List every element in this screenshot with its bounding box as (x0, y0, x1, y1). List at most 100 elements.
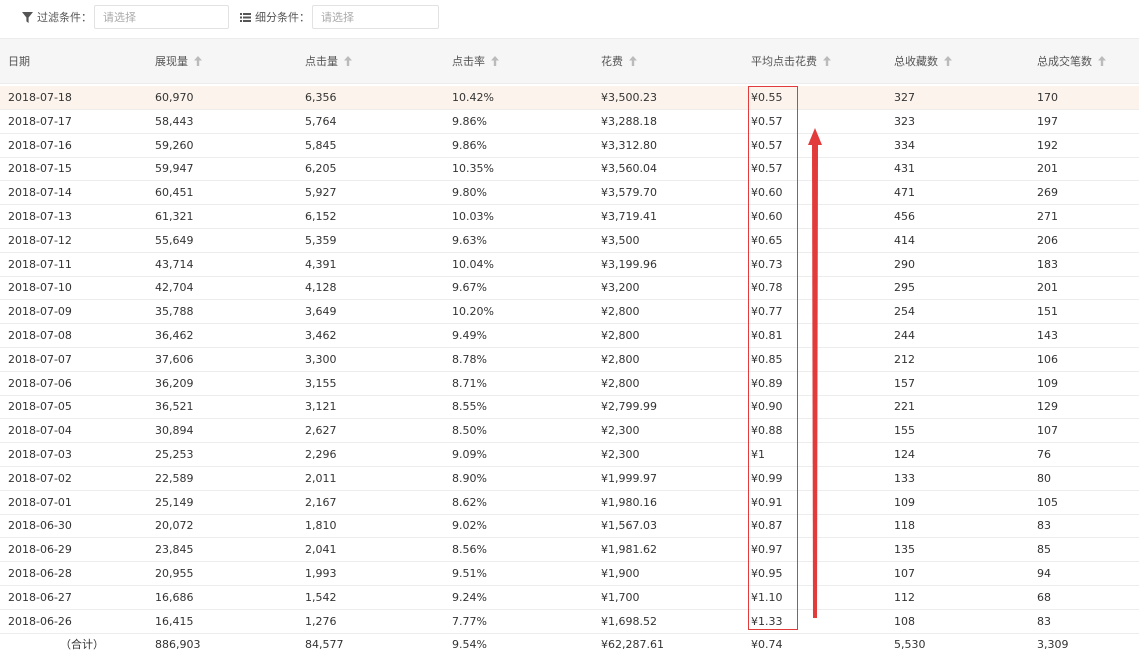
table-row[interactable]: 2018-06-30 20,072 1,810 9.02% ¥1,567.03 ¥0.87… (0, 514, 1139, 539)
cell-cost: ¥1,981.62 (601, 543, 657, 557)
total-cell-cost: ¥62,287.61 (601, 638, 664, 652)
filter-condition-select[interactable]: 请选择 (94, 5, 229, 29)
table-row[interactable]: 2018-07-06 36,209 3,155 8.71% ¥2,800 ¥0.89 157… (0, 372, 1139, 396)
table-row[interactable]: 2018-07-15 59,947 6,205 10.35% ¥3,560.04 ¥0.5… (0, 157, 1139, 182)
cell-avg-cpc: ¥0.60 (751, 186, 783, 200)
table-row[interactable]: 2018-07-03 25,253 2,296 9.09% ¥2,300 ¥1 124 76 (0, 443, 1139, 467)
cell-favorites: 334 (894, 138, 915, 152)
cell-clicks: 3,300 (305, 352, 337, 366)
cell-favorites: 254 (894, 305, 915, 319)
cell-favorites: 133 (894, 471, 915, 485)
cell-ctr: 9.80% (452, 186, 487, 200)
sort-up-icon[interactable] (944, 56, 952, 66)
total-row: （合计） 886,903 84,577 9.54% ¥62,287.61 ¥0.74 5,5… (0, 633, 1139, 657)
cell-orders: 192 (1037, 138, 1058, 152)
sort-up-icon[interactable] (629, 56, 637, 66)
cell-favorites: 221 (894, 400, 915, 414)
table-row[interactable]: 2018-06-27 16,686 1,542 9.24% ¥1,700 ¥1.10 112… (0, 586, 1139, 610)
column-header-avg-cpc[interactable]: 平均点击花费 (751, 39, 831, 83)
cell-cost: ¥3,199.96 (601, 257, 657, 271)
table-row[interactable]: 2018-07-09 35,788 3,649 10.20% ¥2,800 ¥0.77 25… (0, 300, 1139, 325)
table-row[interactable]: 2018-06-26 16,415 1,276 7.77% ¥1,698.52 ¥1.33… (0, 610, 1139, 634)
cell-date: 2018-07-05 (8, 400, 72, 414)
cell-avg-cpc: ¥1.10 (751, 590, 783, 604)
cell-impressions: 43,714 (155, 257, 194, 271)
column-header-ctr[interactable]: 点击率 (452, 39, 499, 83)
cell-avg-cpc: ¥0.55 (751, 91, 783, 104)
sort-up-icon[interactable] (344, 56, 352, 66)
cell-date: 2018-07-09 (8, 305, 72, 319)
segment-condition-placeholder: 请选择 (321, 11, 354, 24)
cell-impressions: 59,260 (155, 138, 194, 152)
sort-up-icon[interactable] (823, 56, 831, 66)
column-header-favorites[interactable]: 总收藏数 (894, 39, 952, 83)
sort-up-icon[interactable] (491, 56, 499, 66)
cell-ctr: 9.24% (452, 590, 487, 604)
cell-orders: 183 (1037, 257, 1058, 271)
table-row[interactable]: 2018-07-11 43,714 4,391 10.04% ¥3,199.96 ¥0.7… (0, 253, 1139, 277)
cell-favorites: 456 (894, 210, 915, 223)
table-row[interactable]: 2018-07-16 59,260 5,845 9.86% ¥3,312.80 ¥0.57… (0, 134, 1139, 158)
cell-impressions: 42,704 (155, 281, 194, 295)
cell-date: 2018-06-28 (8, 567, 72, 580)
table-row[interactable]: 2018-07-17 58,443 5,764 9.86% ¥3,288.18 ¥0.57… (0, 110, 1139, 134)
cell-orders: 76 (1037, 448, 1051, 461)
sort-up-icon[interactable] (194, 56, 202, 66)
cell-avg-cpc: ¥0.85 (751, 352, 783, 366)
cell-ctr: 9.63% (452, 233, 487, 247)
cell-favorites: 290 (894, 257, 915, 271)
cell-impressions: 20,072 (155, 519, 194, 533)
cell-favorites: 431 (894, 162, 915, 176)
filter-condition-label: 过滤条件： (37, 11, 92, 24)
table-row[interactable]: 2018-07-10 42,704 4,128 9.67% ¥3,200 ¥0.78 295… (0, 276, 1139, 301)
cell-clicks: 6,356 (305, 91, 337, 104)
table-row[interactable]: 2018-07-07 37,606 3,300 8.78% ¥2,800 ¥0.85 212… (0, 348, 1139, 372)
cell-orders: 109 (1037, 376, 1058, 390)
cell-avg-cpc: ¥0.77 (751, 305, 783, 319)
table-row[interactable]: 2018-06-28 20,955 1,993 9.51% ¥1,900 ¥0.95 107… (0, 562, 1139, 586)
cell-clicks: 2,011 (305, 471, 337, 485)
column-header-cost[interactable]: 花费 (601, 39, 637, 83)
cell-cost: ¥2,300 (601, 424, 640, 438)
table-row[interactable]: 2018-07-13 61,321 6,152 10.03% ¥3,719.41 ¥0.6… (0, 205, 1139, 229)
cell-orders: 83 (1037, 519, 1051, 533)
cell-date: 2018-07-02 (8, 471, 72, 485)
column-header-orders[interactable]: 总成交笔数 (1037, 39, 1106, 83)
sort-up-icon[interactable] (1098, 56, 1106, 66)
cell-orders: 206 (1037, 233, 1058, 247)
cell-clicks: 1,276 (305, 614, 337, 628)
cell-favorites: 414 (894, 233, 915, 247)
table-row[interactable]: 2018-07-18 60,970 6,356 10.42% ¥3,500.23 ¥0.5… (0, 86, 1139, 110)
table-row[interactable]: 2018-07-01 25,149 2,167 8.62% ¥1,980.16 ¥0.91… (0, 491, 1139, 515)
cell-date: 2018-07-15 (8, 162, 72, 176)
table-row[interactable]: 2018-07-14 60,451 5,927 9.80% ¥3,579.70 ¥0.60… (0, 181, 1139, 206)
table-row[interactable]: 2018-07-02 22,589 2,011 8.90% ¥1,999.97 ¥0.99… (0, 467, 1139, 491)
cell-impressions: 36,521 (155, 400, 194, 414)
cell-clicks: 2,167 (305, 495, 337, 509)
cell-ctr: 10.20% (452, 305, 494, 319)
table-row[interactable]: 2018-07-08 36,462 3,462 9.49% ¥2,800 ¥0.81 244… (0, 324, 1139, 348)
cell-ctr: 8.62% (452, 495, 487, 509)
cell-impressions: 59,947 (155, 162, 194, 176)
cell-ctr: 9.51% (452, 567, 487, 580)
cell-avg-cpc: ¥0.65 (751, 233, 783, 247)
cell-date: 2018-06-29 (8, 543, 72, 557)
column-header-clicks[interactable]: 点击量 (305, 39, 352, 83)
segment-condition-select[interactable]: 请选择 (312, 5, 439, 29)
column-header-impressions[interactable]: 展现量 (155, 39, 202, 83)
cell-avg-cpc: ¥0.81 (751, 329, 783, 342)
cell-avg-cpc: ¥0.90 (751, 400, 783, 414)
cell-ctr: 8.71% (452, 376, 487, 390)
cell-ctr: 9.09% (452, 448, 487, 461)
table-row[interactable]: 2018-07-05 36,521 3,121 8.55% ¥2,799.99 ¥0.90… (0, 395, 1139, 420)
cell-date: 2018-07-06 (8, 376, 72, 390)
table-row[interactable]: 2018-06-29 23,845 2,041 8.56% ¥1,981.62 ¥0.97… (0, 538, 1139, 563)
cell-cost: ¥1,980.16 (601, 495, 657, 509)
cell-avg-cpc: ¥0.89 (751, 376, 783, 390)
cell-date: 2018-07-18 (8, 91, 72, 104)
cell-orders: 151 (1037, 305, 1058, 319)
table-row[interactable]: 2018-07-12 55,649 5,359 9.63% ¥3,500 ¥0.65 414… (0, 229, 1139, 253)
column-header-label: 平均点击花费 (751, 55, 817, 68)
cell-impressions: 35,788 (155, 305, 194, 319)
table-row[interactable]: 2018-07-04 30,894 2,627 8.50% ¥2,300 ¥0.88 155… (0, 419, 1139, 444)
